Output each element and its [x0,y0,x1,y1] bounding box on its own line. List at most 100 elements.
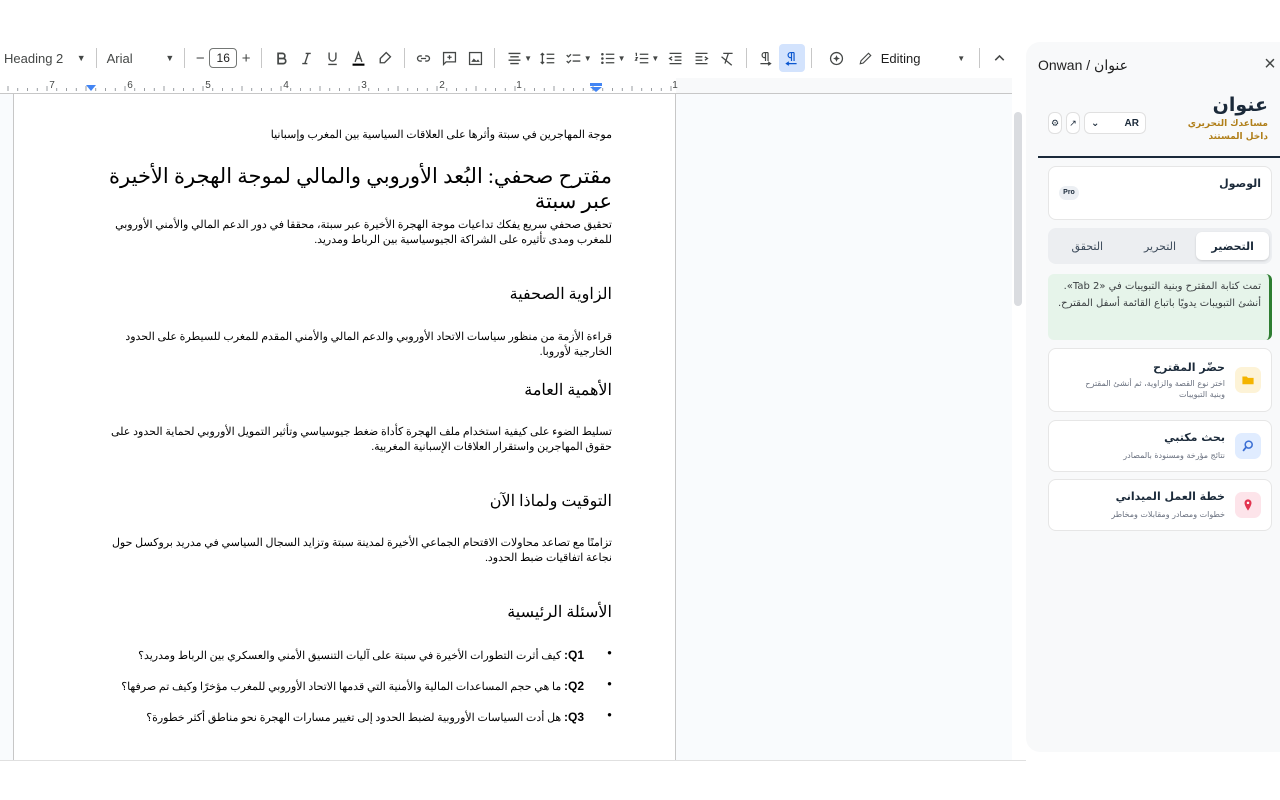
addon-header: ⚙ ↗ ⌄ AR عنوان مساعدك التحريري داخل المس… [1038,88,1280,158]
intro-paragraph[interactable]: تحقيق صحفي سريع يفكك تداعيات موجة الهجرة… [107,218,612,248]
paragraph-style-select[interactable]: Heading 2 ▼ [0,44,90,72]
insert-link-button[interactable] [411,44,437,72]
status-note: تمت كتابة المقترح وبنية التبويبات في «Ta… [1048,274,1272,340]
section-heading[interactable]: الأهمية العامة [104,380,612,400]
underline-icon [328,52,338,65]
clear-format-icon [720,52,733,66]
document-title[interactable]: مقترح صحفي: البُعد الأوروبي والمالي لموج… [104,164,612,214]
add-comment-button[interactable] [436,44,462,72]
question-text: كيف أثرت التطورات الأخيرة في سبتة على آل… [138,650,562,662]
toolbar-divider [810,48,812,68]
ruler-ticks: 7 6 5 4 3 2 1 1 [7,80,678,92]
left-indent-marker[interactable] [86,85,96,91]
ruler[interactable]: 7 6 5 4 3 2 1 1 [0,78,1012,94]
document-canvas[interactable]: موجة المهاجرين في سبتة وأثرها على العلاق… [0,94,1012,760]
rtl-paragraph-icon [785,51,797,66]
underline-button[interactable] [320,44,346,72]
questions-heading[interactable]: الأسئلة الرئيسية [104,602,612,622]
mode-tabs: التحضير التحرير التحقق [1048,228,1272,264]
chevron-down-icon: ▼ [957,53,966,63]
line-spacing-icon [540,51,555,65]
panel-title: Onwan / عنوان [1038,56,1129,73]
bullet-list-icon [601,52,615,64]
language-value: AR [1124,117,1139,129]
bold-button[interactable] [268,44,294,72]
spark-icon [830,51,844,65]
panel-header: Onwan / عنوان × [1038,54,1280,76]
ltr-button[interactable] [753,44,779,72]
settings-button[interactable]: ⚙ [1048,112,1062,134]
tab-edit[interactable]: التحرير [1124,232,1197,260]
prepare-proposal-card[interactable]: حضّر المقترح اختر نوع القصة والزاوية، ثم… [1048,348,1272,412]
rtl-button[interactable] [778,44,805,72]
insert-image-button[interactable] [462,44,488,72]
chevron-down-icon[interactable]: ▼ [584,54,592,63]
section-heading[interactable]: التوقيت ولماذا الآن [104,491,612,511]
list-item[interactable]: Q2: ما هي حجم المساعدات المالية والأمنية… [104,679,612,710]
first-line-indent-marker[interactable] [590,83,602,86]
ruler-number: 1 [516,80,522,91]
list-item[interactable]: Q3: هل أدت السياسات الأوروبية لضبط الحدو… [104,710,612,741]
toolbar-divider [261,48,263,68]
tool-title: خطة العمل الميداني [1115,490,1225,503]
chevron-down-icon[interactable]: ▼ [651,54,659,63]
brand-tagline: مساعدك التحريري داخل المستند [1187,119,1268,142]
close-icon[interactable]: × [1260,54,1280,75]
indent-decrease-icon [668,52,682,64]
language-select[interactable]: ⌄ AR [1084,112,1146,134]
chevron-down-icon[interactable]: ▼ [524,54,532,63]
increase-indent-button[interactable] [688,44,714,72]
tab-prepare[interactable]: التحضير [1196,232,1269,260]
list-item[interactable]: Q1: كيف أثرت التطورات الأخيرة في سبتة عل… [104,648,612,679]
collapse-menus-button[interactable] [986,44,1012,72]
decrease-font-size-button[interactable]: − [191,50,209,67]
editing-mode-select[interactable]: Editing ▼ [850,44,974,72]
section-paragraph[interactable]: تزامنًا مع تصاعد محاولات الاقتحام الجماع… [107,536,612,566]
right-indent-marker[interactable] [590,87,602,92]
chevron-down-icon[interactable]: ▼ [618,54,626,63]
explore-button[interactable] [824,44,850,72]
ruler-number: 6 [127,80,133,91]
document-page[interactable]: موجة المهاجرين في سبتة وأثرها على العلاق… [13,94,676,760]
section-paragraph[interactable]: تسليط الضوء على كيفية استخدام ملف الهجرة… [107,425,612,455]
font-family-select[interactable]: Arial ▼ [103,44,179,72]
tool-description: نتائج مؤرخة ومسنودة بالمصادر [1123,451,1225,460]
tab-verify[interactable]: التحقق [1051,232,1124,260]
highlighter-icon [379,51,392,63]
highlight-button[interactable] [372,44,398,72]
toolbar-divider [494,48,496,68]
ruler-number: 2 [439,80,445,91]
increase-font-size-button[interactable]: + [237,50,255,67]
tool-description: اختر نوع القصة والزاوية، ثم أنشئ المقترح… [1085,379,1225,399]
field-plan-card[interactable]: خطة العمل الميداني خطوات ومصادر ومقابلات… [1048,479,1272,531]
ruler-margin-area [676,78,1012,94]
italic-icon [302,52,312,64]
italic-button[interactable] [294,44,320,72]
document-subtitle[interactable]: موجة المهاجرين في سبتة وأثرها على العلاق… [104,128,612,141]
line-spacing-button[interactable] [535,44,561,72]
open-external-button[interactable]: ↗ [1066,112,1080,134]
font-size-input[interactable]: 16 [209,48,238,68]
brand-name: عنوان [1212,94,1268,116]
decrease-indent-button[interactable] [662,44,688,72]
toolbar-divider [95,48,97,68]
checklist-icon [566,53,581,64]
editing-mode-label: Editing [880,50,921,66]
section-heading[interactable]: الزاوية الصحفية [104,284,612,304]
link-icon [416,54,431,62]
toolbar-divider [979,48,981,68]
ruler-number: 3 [361,80,367,91]
toolbar-divider [184,48,186,68]
document-scrollbar[interactable] [1014,112,1022,306]
access-card[interactable]: الوصول Pro [1048,166,1272,220]
desk-research-card[interactable]: بحث مكتبي نتائج مؤرخة ومسنودة بالمصادر [1048,420,1272,472]
text-color-icon [352,50,365,66]
folder-icon [1235,367,1261,393]
external-link-icon: ↗ [1069,117,1077,128]
chevron-down-icon: ⌄ [1091,117,1100,129]
addon-brand: عنوان مساعدك التحريري داخل المستند [1182,94,1268,144]
clear-formatting-button[interactable] [714,44,740,72]
section-paragraph[interactable]: قراءة الأزمة من منظور سياسات الاتحاد الأ… [107,330,612,360]
text-color-button[interactable] [346,44,372,72]
pro-badge: Pro [1059,186,1079,200]
